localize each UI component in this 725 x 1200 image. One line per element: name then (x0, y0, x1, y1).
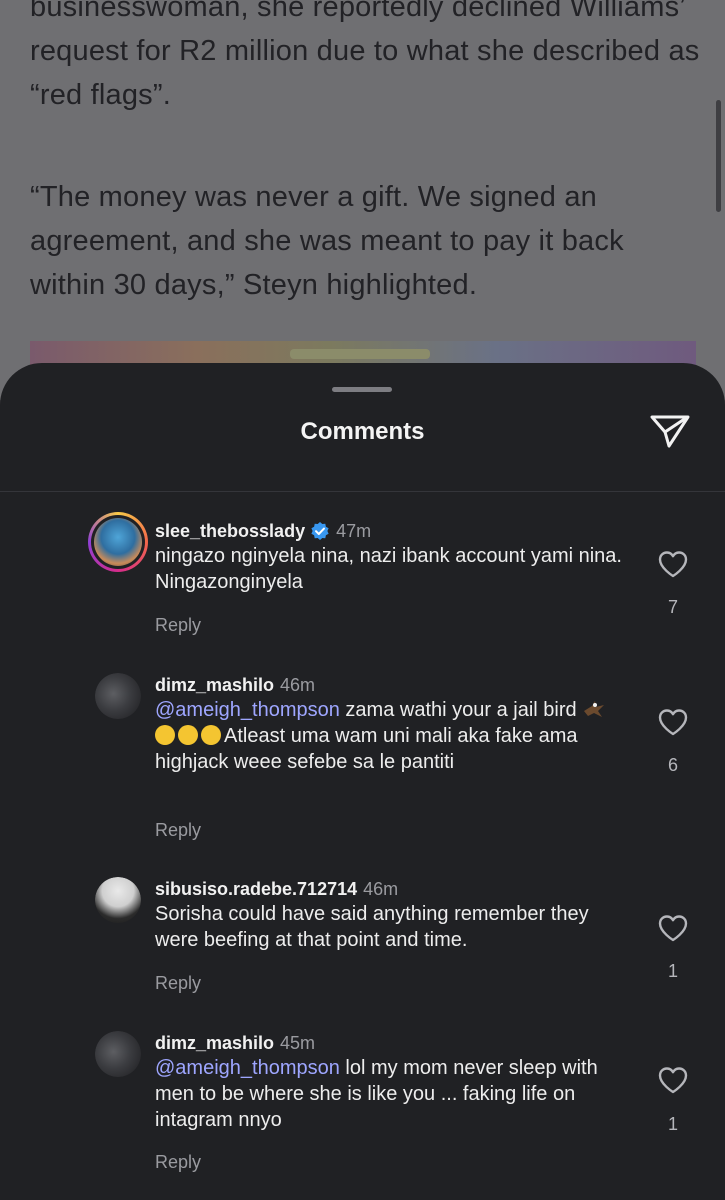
comment-username[interactable]: slee_thebosslady (155, 521, 305, 541)
heart-icon (658, 1067, 688, 1094)
heart-icon (658, 551, 688, 578)
article-paragraph: “The money was never a gift. We signed a… (30, 181, 624, 301)
laughing-emoji-icon (155, 725, 175, 745)
avatar[interactable] (95, 877, 141, 923)
heart-icon (658, 915, 688, 942)
comment-text: Sorisha could have said anything remembe… (155, 903, 589, 951)
avatar[interactable] (88, 512, 148, 572)
comment-time: 47m (336, 521, 372, 541)
mention-link[interactable]: @ameigh_thompson (155, 699, 340, 721)
like-count: 7 (667, 597, 678, 617)
like-count: 6 (667, 755, 678, 775)
article-background: businesswoman, she reportedly declined W… (0, 0, 725, 401)
mention-link[interactable]: @ameigh_thompson (155, 1057, 340, 1079)
like-button[interactable] (656, 707, 690, 737)
article-paragraph: businesswoman, she reportedly declined W… (30, 0, 700, 111)
like-count: 1 (667, 1114, 678, 1134)
eagle-emoji-icon (582, 699, 608, 719)
heart-icon (658, 709, 688, 736)
reply-button[interactable]: Reply (155, 820, 201, 841)
verified-badge-icon (311, 522, 329, 540)
comment-text: @ameigh_thompson zama wathi your a jail … (155, 697, 625, 775)
avatar[interactable] (95, 1031, 141, 1077)
like-count: 1 (667, 961, 678, 981)
comments-sheet: Comments slee_thebosslady 47m ningazo ng… (0, 363, 725, 1200)
reply-button[interactable]: Reply (155, 615, 201, 636)
comment-time: 46m (363, 879, 399, 899)
drag-handle[interactable] (332, 387, 392, 392)
like-button[interactable] (656, 913, 690, 943)
reply-button[interactable]: Reply (155, 973, 201, 994)
comment-time: 46m (280, 675, 316, 695)
reply-button[interactable]: Reply (155, 1152, 201, 1173)
comment-time: 45m (280, 1033, 316, 1053)
scrollbar-thumb[interactable] (716, 100, 721, 212)
comment-text: ningazo nginyela nina, nazi ibank accoun… (155, 545, 622, 593)
comment-username[interactable]: dimz_mashilo (155, 675, 274, 695)
like-button[interactable] (656, 1065, 690, 1095)
laughing-emoji-icon (178, 725, 198, 745)
comment-text: @ameigh_thompson lol my mom never sleep … (155, 1057, 598, 1131)
comment-username[interactable]: dimz_mashilo (155, 1033, 274, 1053)
divider (0, 491, 725, 492)
paper-plane-icon (650, 415, 690, 448)
hand-over-mouth-emoji-icon (201, 725, 221, 745)
like-button[interactable] (656, 549, 690, 579)
comment-username[interactable]: sibusiso.radebe.712714 (155, 879, 357, 899)
avatar[interactable] (95, 673, 141, 719)
sheet-title: Comments (300, 418, 425, 445)
share-button[interactable] (648, 411, 692, 451)
